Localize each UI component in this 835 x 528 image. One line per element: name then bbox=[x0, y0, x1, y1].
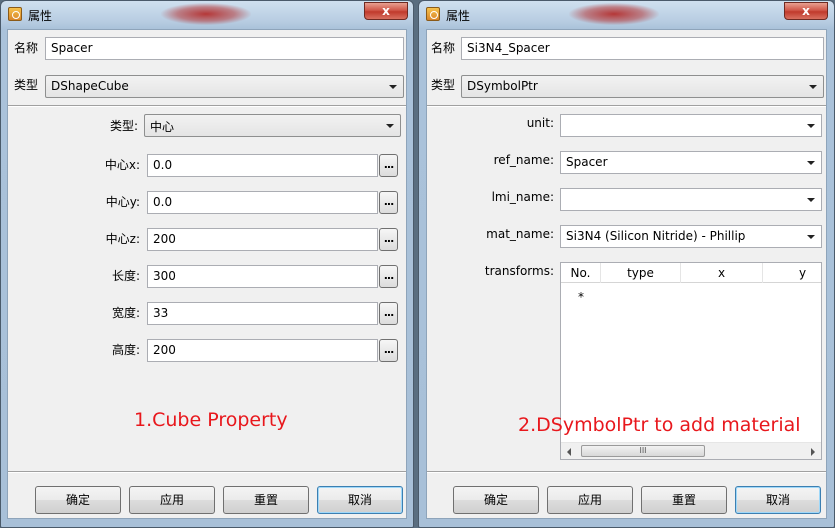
column-header-type[interactable]: type bbox=[601, 263, 681, 283]
height-label: 高度: bbox=[111, 343, 140, 357]
ref-name-select[interactable]: Spacer bbox=[560, 151, 822, 174]
app-icon bbox=[8, 7, 22, 21]
left-titlebar[interactable]: 属性 x bbox=[1, 1, 413, 29]
title-decoration bbox=[161, 3, 251, 25]
center-z-browse-button[interactable]: ... bbox=[379, 228, 398, 251]
window-title: 属性 bbox=[446, 9, 471, 23]
column-header-x[interactable]: x bbox=[681, 263, 763, 283]
right-properties-window: 属性 x 名称 Si3N4_Spacer 类型 DSymbolPtr unit:… bbox=[418, 0, 835, 528]
center-x-input[interactable]: 0.0 bbox=[147, 154, 378, 177]
unit-label: unit: bbox=[526, 116, 554, 130]
cancel-button[interactable]: 取消 bbox=[317, 486, 403, 514]
type-label: 类型 bbox=[431, 78, 456, 92]
shape-type-value: 中心 bbox=[150, 120, 175, 134]
width-browse-button[interactable]: ... bbox=[379, 302, 398, 325]
chevron-down-icon bbox=[386, 124, 394, 128]
chevron-down-icon bbox=[807, 235, 815, 239]
name-input[interactable]: Si3N4_Spacer bbox=[461, 37, 824, 60]
reset-button[interactable]: 重置 bbox=[641, 486, 727, 514]
column-header-y[interactable]: y bbox=[763, 263, 821, 283]
width-label: 宽度: bbox=[111, 306, 140, 320]
center-x-browse-button[interactable]: ... bbox=[379, 154, 398, 177]
name-input[interactable]: Spacer bbox=[45, 37, 404, 60]
cancel-button[interactable]: 取消 bbox=[735, 486, 821, 514]
left-properties-window: 属性 x 名称 Spacer 类型 DShapeCube 类型: 中心 中心x:… bbox=[0, 0, 414, 528]
type-select-value: DSymbolPtr bbox=[467, 79, 538, 93]
type-label: 类型 bbox=[14, 78, 39, 92]
new-row-marker[interactable]: * bbox=[578, 290, 584, 304]
name-label: 名称 bbox=[14, 41, 39, 55]
center-x-label: 中心x: bbox=[104, 158, 140, 172]
column-header-no[interactable]: No. bbox=[561, 263, 601, 283]
width-input[interactable]: 33 bbox=[147, 302, 378, 325]
ref-name-label: ref_name: bbox=[493, 153, 554, 167]
close-button[interactable]: x bbox=[784, 2, 828, 20]
mat-name-label: mat_name: bbox=[486, 227, 554, 241]
chevron-down-icon bbox=[807, 124, 815, 128]
length-browse-button[interactable]: ... bbox=[379, 265, 398, 288]
cube-property-annotation: 1.Cube Property bbox=[134, 409, 288, 431]
title-decoration bbox=[569, 3, 659, 25]
reset-button[interactable]: 重置 bbox=[223, 486, 309, 514]
lmi-name-select[interactable] bbox=[560, 188, 822, 211]
center-y-input[interactable]: 0.0 bbox=[147, 191, 378, 214]
height-input[interactable]: 200 bbox=[147, 339, 378, 362]
chevron-down-icon bbox=[389, 85, 397, 89]
type-select[interactable]: DShapeCube bbox=[45, 75, 404, 98]
length-label: 长度: bbox=[111, 269, 140, 283]
lmi-name-label: lmi_name: bbox=[491, 190, 554, 204]
ok-button[interactable]: 确定 bbox=[35, 486, 121, 514]
type-select[interactable]: DSymbolPtr bbox=[461, 75, 824, 98]
name-label: 名称 bbox=[431, 41, 456, 55]
divider bbox=[427, 105, 826, 107]
apply-button[interactable]: 应用 bbox=[129, 486, 215, 514]
divider bbox=[8, 105, 406, 107]
mat-name-value: Si3N4 (Silicon Nitride) - Phillip bbox=[566, 229, 746, 243]
window-title: 属性 bbox=[28, 9, 53, 23]
center-y-label: 中心y: bbox=[105, 195, 140, 209]
footer-divider bbox=[8, 471, 406, 473]
length-input[interactable]: 300 bbox=[147, 265, 378, 288]
app-icon bbox=[426, 7, 440, 21]
right-client-area: 名称 Si3N4_Spacer 类型 DSymbolPtr unit: ref_… bbox=[426, 29, 827, 519]
unit-select[interactable] bbox=[560, 114, 822, 137]
chevron-down-icon bbox=[807, 198, 815, 202]
horizontal-scrollbar[interactable]: III bbox=[561, 442, 821, 459]
dsymbolptr-annotation: 2.DSymbolPtr to add material bbox=[518, 414, 801, 436]
shape-type-label: 类型: bbox=[109, 119, 138, 133]
scroll-left-icon[interactable] bbox=[567, 448, 571, 456]
center-z-input[interactable]: 200 bbox=[147, 228, 378, 251]
center-y-browse-button[interactable]: ... bbox=[379, 191, 398, 214]
close-button[interactable]: x bbox=[364, 2, 408, 20]
chevron-down-icon bbox=[809, 85, 817, 89]
transforms-label: transforms: bbox=[484, 264, 554, 278]
apply-button[interactable]: 应用 bbox=[547, 486, 633, 514]
footer-divider bbox=[427, 471, 826, 473]
scroll-thumb[interactable]: III bbox=[581, 445, 705, 457]
right-titlebar[interactable]: 属性 x bbox=[419, 1, 834, 29]
ref-name-value: Spacer bbox=[566, 155, 608, 169]
chevron-down-icon bbox=[807, 161, 815, 165]
ok-button[interactable]: 确定 bbox=[453, 486, 539, 514]
shape-type-select[interactable]: 中心 bbox=[144, 114, 401, 137]
mat-name-select[interactable]: Si3N4 (Silicon Nitride) - Phillip bbox=[560, 225, 822, 248]
scroll-right-icon[interactable] bbox=[811, 448, 815, 456]
table-header: No. type x y bbox=[561, 263, 821, 283]
type-select-value: DShapeCube bbox=[51, 79, 129, 93]
center-z-label: 中心z: bbox=[105, 232, 140, 246]
height-browse-button[interactable]: ... bbox=[379, 339, 398, 362]
left-client-area: 名称 Spacer 类型 DShapeCube 类型: 中心 中心x: 0.0 … bbox=[7, 29, 407, 519]
